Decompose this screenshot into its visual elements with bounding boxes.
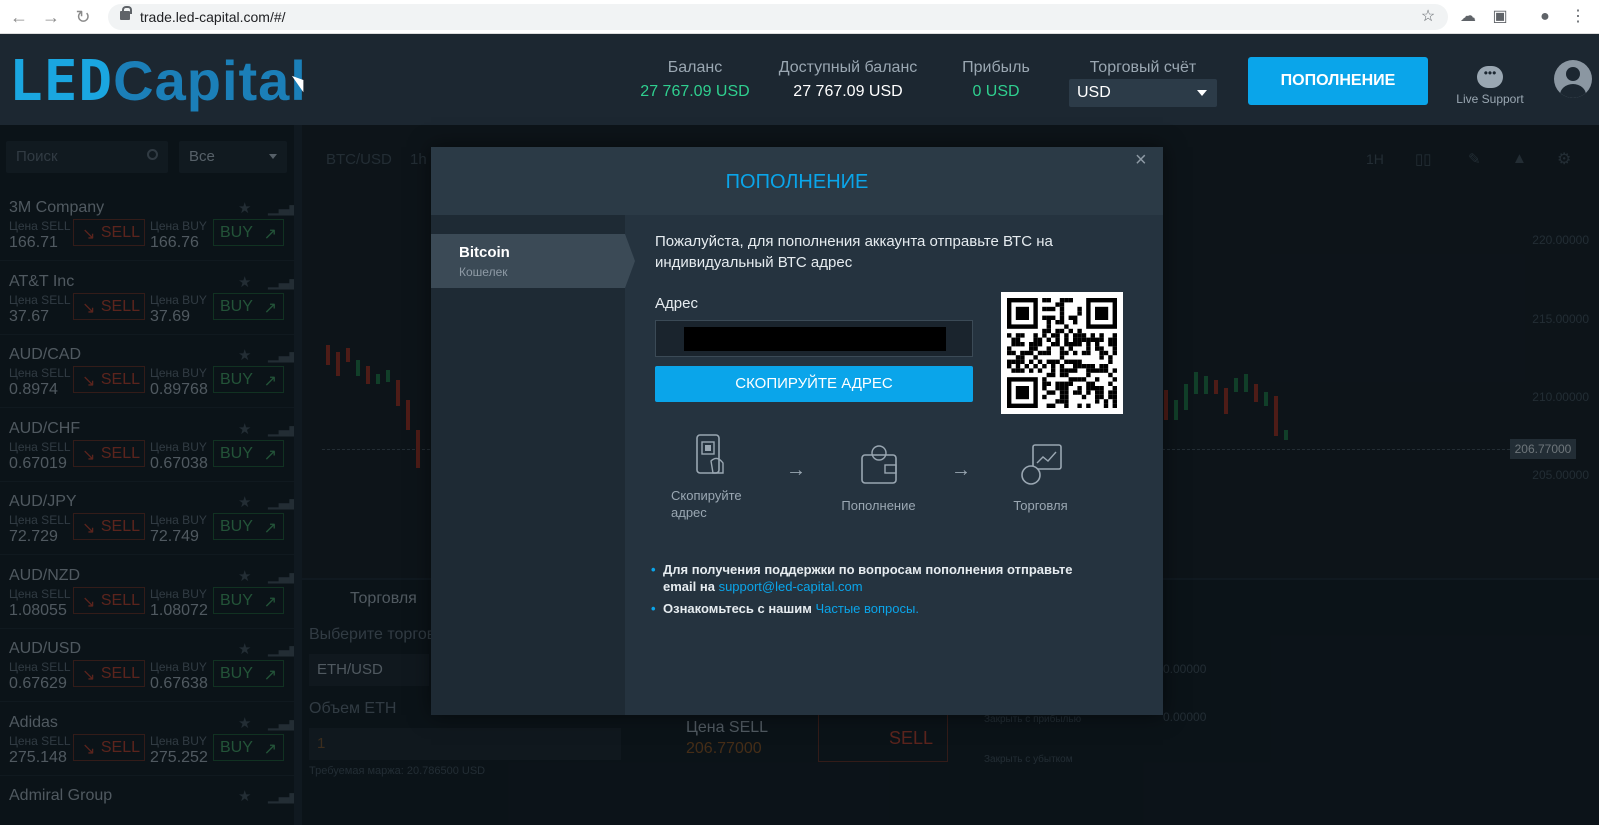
address-bar[interactable]: trade.led-capital.com/#/ ☆ bbox=[108, 4, 1448, 30]
trading-account-select[interactable]: USD bbox=[1069, 79, 1217, 107]
reload-icon[interactable]: ↻ bbox=[72, 6, 94, 28]
forward-icon[interactable]: → bbox=[40, 6, 62, 28]
redacted-address bbox=[684, 327, 946, 351]
url-text: trade.led-capital.com/#/ bbox=[140, 9, 286, 25]
browser-menu-icon[interactable]: ⋮ bbox=[1568, 7, 1588, 27]
balance-stat: Баланс 27 767.09 USD bbox=[640, 59, 750, 100]
arrow-right-icon: → bbox=[786, 459, 806, 481]
support-email-link[interactable]: support@led-capital.com bbox=[719, 579, 863, 594]
wallet-bitcoin-icon bbox=[860, 445, 897, 484]
trading-account-label: Торговый счёт bbox=[1089, 59, 1197, 76]
instruction-text: Пожалуйста, для пополнения аккаунта отпр… bbox=[655, 233, 1053, 271]
live-support-button[interactable]: ••• Live Support bbox=[1455, 66, 1525, 106]
back-icon[interactable]: ← bbox=[8, 6, 30, 28]
available-balance-stat: Доступный баланс 27 767.09 USD bbox=[778, 59, 918, 100]
trading-chart-icon bbox=[1020, 444, 1062, 485]
modal-title: ПОПОЛНЕНИЕ bbox=[725, 171, 869, 193]
payment-methods bbox=[431, 215, 625, 715]
profit-stat: Прибыль 0 USD bbox=[962, 59, 1030, 100]
user-avatar[interactable] bbox=[1554, 60, 1592, 98]
faq-link[interactable]: Частые вопросы. bbox=[815, 601, 918, 616]
qr-code bbox=[1001, 292, 1123, 414]
support-note: • Для получения поддержки по вопросам по… bbox=[651, 562, 1073, 594]
search-extension-icon[interactable]: ▣ bbox=[1490, 7, 1510, 27]
copy-address-button[interactable]: СКОПИРУЙТЕ АДРЕС bbox=[655, 366, 973, 402]
cloud-extension-icon[interactable]: ☁ bbox=[1458, 7, 1478, 27]
topup-button[interactable]: ПОПОЛНЕНИЕ bbox=[1248, 57, 1428, 105]
close-icon[interactable]: × bbox=[1135, 149, 1147, 172]
address-field[interactable] bbox=[655, 320, 973, 357]
step-deposit: Пополнение bbox=[836, 443, 921, 514]
phone-qr-icon bbox=[696, 434, 724, 474]
caret-down-icon bbox=[1197, 90, 1207, 96]
logo[interactable]: LEDCapital bbox=[9, 52, 307, 111]
step-copy: Скопируйте адрес bbox=[671, 433, 751, 521]
arrow-right-icon: → bbox=[951, 459, 971, 481]
method-bitcoin[interactable] bbox=[431, 234, 635, 288]
profile-icon[interactable]: ● bbox=[1535, 7, 1555, 27]
step-trade: Торговля bbox=[1003, 443, 1078, 514]
lock-icon bbox=[120, 6, 132, 20]
browser-chrome: ← → ↻ trade.led-capital.com/#/ ☆ ☁ ▣ ● ⋮ bbox=[0, 0, 1599, 34]
qr-code-image bbox=[1007, 298, 1117, 408]
address-label: Адрес bbox=[655, 295, 698, 312]
faq-note: • Ознакомьтесь с нашим Частые вопросы. bbox=[651, 601, 919, 616]
method-subtitle: Кошелек bbox=[459, 265, 508, 279]
bookmark-star-icon[interactable]: ☆ bbox=[1418, 7, 1438, 27]
deposit-modal: ПОПОЛНЕНИЕ × Bitcoin Кошелек Пожалуйста,… bbox=[431, 147, 1163, 715]
chat-bubble-icon: ••• bbox=[1477, 66, 1503, 88]
method-name: Bitcoin bbox=[459, 244, 510, 261]
